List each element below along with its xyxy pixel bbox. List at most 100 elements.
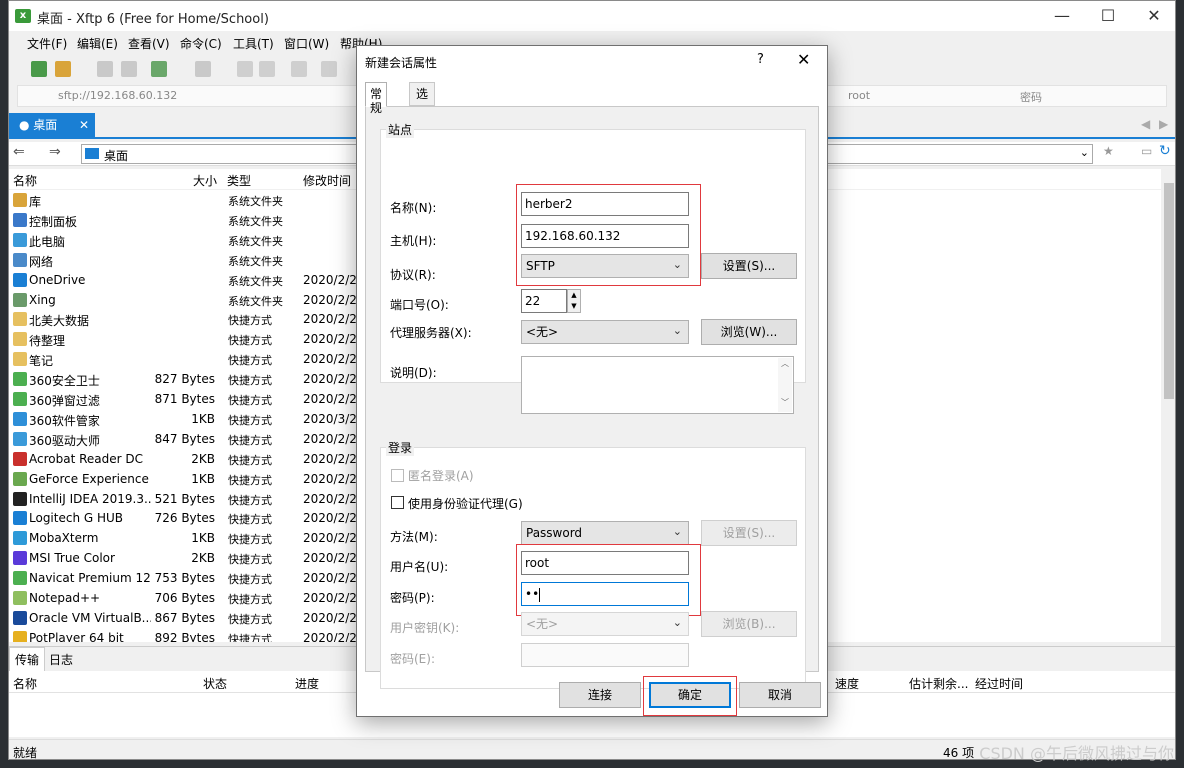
refresh-icon[interactable]: ↻ xyxy=(1159,143,1171,159)
port-stepper[interactable]: ▲ ▼ xyxy=(567,289,581,313)
forward-icon[interactable]: ⇒ xyxy=(49,144,61,160)
port-input[interactable]: 22 xyxy=(521,289,567,313)
col-transfer-name[interactable]: 名称 xyxy=(13,675,37,692)
col-speed[interactable]: 速度 xyxy=(835,675,859,692)
col-eta[interactable]: 估计剩余... xyxy=(909,675,968,692)
transfer-icon[interactable] xyxy=(151,61,167,77)
close-button[interactable]: ✕ xyxy=(1131,1,1175,31)
file-row[interactable]: OneDrive 系统文件夹 2020/2/29 xyxy=(9,270,359,290)
port-label: 端口号(O): xyxy=(390,298,449,312)
file-type: 系统文件夹 xyxy=(228,195,283,208)
scroll-down-icon[interactable]: ﹀ xyxy=(778,397,792,408)
col-name[interactable]: 名称 xyxy=(13,172,37,189)
file-row[interactable]: 控制面板 系统文件夹 xyxy=(9,210,359,230)
col-progress[interactable]: 进度 xyxy=(295,675,319,692)
spin-down-icon[interactable]: ▼ xyxy=(568,301,580,312)
cancel-button[interactable]: 取消 xyxy=(739,682,821,708)
connect-icon[interactable] xyxy=(97,61,113,77)
file-size: 753 Bytes xyxy=(154,571,215,586)
tab-options[interactable]: 选项 xyxy=(409,82,436,123)
tab-transfer[interactable]: 传输 xyxy=(9,647,45,671)
col-elapsed[interactable]: 经过时间 xyxy=(975,675,1023,692)
tab-desktop[interactable]: ● 桌面 ✕ xyxy=(9,113,95,137)
method-select[interactable]: Password ⌄ xyxy=(521,521,689,545)
scroll-up-icon[interactable]: ︿ xyxy=(778,358,792,369)
file-row[interactable]: MSI True Color 2KB 快捷方式 2020/2/25 xyxy=(9,548,359,568)
file-row[interactable]: 360驱动大师 847 Bytes 快捷方式 2020/2/25 xyxy=(9,429,359,449)
tab-prev-icon[interactable]: ◀ xyxy=(1141,117,1150,131)
file-row[interactable]: 待整理 快捷方式 2020/2/25 xyxy=(9,329,359,349)
method-settings-button[interactable]: 设置(S)... xyxy=(701,520,797,546)
bookmark-star-icon[interactable]: ★ xyxy=(1103,144,1114,158)
menu-edit[interactable]: 编辑(E) xyxy=(77,35,118,52)
file-row[interactable]: Acrobat Reader DC 2KB 快捷方式 2020/2/25 xyxy=(9,449,359,469)
file-row[interactable]: Notepad++ 706 Bytes 快捷方式 2020/2/25 xyxy=(9,588,359,608)
file-row[interactable]: PotPlayer 64 bit 892 Bytes 快捷方式 2020/2/29 xyxy=(9,628,359,642)
file-row[interactable]: MobaXterm 1KB 快捷方式 2020/2/25 xyxy=(9,528,359,548)
userkey-select[interactable]: <无> ⌄ xyxy=(521,612,689,636)
file-row[interactable]: 库 系统文件夹 xyxy=(9,190,359,210)
agent-checkbox[interactable] xyxy=(391,496,404,509)
minimize-button[interactable]: — xyxy=(1039,1,1085,31)
close-tab-icon[interactable]: ✕ xyxy=(79,113,89,137)
file-row[interactable]: Navicat Premium 12 753 Bytes 快捷方式 2020/2/25 xyxy=(9,568,359,588)
menu-tools[interactable]: 工具(T) xyxy=(233,35,274,52)
back-icon[interactable]: ⇐ xyxy=(13,144,25,160)
address-input[interactable]: sftp://192.168.60.132 xyxy=(58,89,177,102)
scrollbar-thumb[interactable] xyxy=(1164,183,1174,399)
open-folder-icon[interactable] xyxy=(55,61,71,77)
properties-icon[interactable] xyxy=(321,61,337,77)
col-size[interactable]: 大小 xyxy=(193,172,217,189)
help-button[interactable]: ? xyxy=(757,52,764,67)
dialog-close-button[interactable]: ✕ xyxy=(797,50,810,69)
file-row[interactable]: 北美大数据 快捷方式 2020/2/25 xyxy=(9,309,359,329)
file-row[interactable]: Oracle VM VirtualB... 867 Bytes 快捷方式 2020/2… xyxy=(9,608,359,628)
file-row[interactable]: 此电脑 系统文件夹 xyxy=(9,230,359,250)
file-size: 2KB xyxy=(191,551,215,566)
file-list-scrollbar[interactable] xyxy=(1161,169,1175,642)
textarea-scrollbar[interactable]: ︿ ﹀ xyxy=(778,358,792,412)
file-row[interactable]: 360安全卫士 827 Bytes 快捷方式 2020/2/25 xyxy=(9,369,359,389)
passphrase-input[interactable] xyxy=(521,643,689,667)
tab-next-icon[interactable]: ▶ xyxy=(1159,117,1168,131)
file-row[interactable]: 笔记 快捷方式 2020/2/25 xyxy=(9,349,359,369)
col-modified[interactable]: 修改时间 xyxy=(303,172,351,189)
file-row[interactable]: Xing 系统文件夹 2020/2/28 xyxy=(9,290,359,310)
anonymous-checkbox[interactable] xyxy=(391,469,404,482)
file-row[interactable]: 网络 系统文件夹 xyxy=(9,250,359,270)
col-status[interactable]: 状态 xyxy=(203,675,227,692)
new-session-icon[interactable] xyxy=(31,61,47,77)
menu-command[interactable]: 命令(C) xyxy=(180,35,222,52)
username-quick-field[interactable]: root xyxy=(848,89,870,102)
description-textarea[interactable]: ︿ ﹀ xyxy=(521,356,794,414)
sync-icon[interactable] xyxy=(291,61,307,77)
maximize-button[interactable]: ☐ xyxy=(1085,1,1131,31)
chevron-down-icon[interactable]: ⌄ xyxy=(1080,146,1089,159)
password-quick-field[interactable]: 密码 xyxy=(1020,89,1042,105)
file-row[interactable]: GeForce Experience 1KB 快捷方式 2020/2/25 xyxy=(9,469,359,489)
proxy-select[interactable]: <无> ⌄ xyxy=(521,320,689,344)
tab-log[interactable]: 日志 xyxy=(49,651,73,668)
copy-icon[interactable] xyxy=(237,61,253,77)
col-type[interactable]: 类型 xyxy=(227,172,251,189)
proxy-browse-button[interactable]: 浏览(W)... xyxy=(701,319,797,345)
menu-file[interactable]: 文件(F) xyxy=(27,35,67,52)
userkey-browse-button[interactable]: 浏览(B)... xyxy=(701,611,797,637)
view-icon[interactable] xyxy=(195,61,211,77)
paste-icon[interactable] xyxy=(259,61,275,77)
disconnect-icon[interactable] xyxy=(121,61,137,77)
file-row[interactable]: 360软件管家 1KB 快捷方式 2020/3/2 xyxy=(9,409,359,429)
file-row[interactable]: IntelliJ IDEA 2019.3... 521 Bytes 快捷方式 2020… xyxy=(9,489,359,509)
spin-up-icon[interactable]: ▲ xyxy=(568,290,580,301)
file-row[interactable]: Logitech G HUB 726 Bytes 快捷方式 2020/2/26 xyxy=(9,508,359,528)
file-type: 快捷方式 xyxy=(228,553,272,567)
file-row[interactable]: 360弹窗过滤 871 Bytes 快捷方式 2020/2/25 xyxy=(9,389,359,409)
file-icon xyxy=(13,571,27,586)
menu-view[interactable]: 查看(V) xyxy=(128,35,170,52)
protocol-settings-button[interactable]: 设置(S)... xyxy=(701,253,797,279)
connect-button[interactable]: 连接 xyxy=(559,682,641,708)
chevron-down-icon: ⌄ xyxy=(672,616,682,629)
tab-general[interactable]: 常规 xyxy=(365,82,388,115)
menu-window[interactable]: 窗口(W) xyxy=(284,35,329,52)
folder-up-icon[interactable]: ▭ xyxy=(1141,144,1152,158)
